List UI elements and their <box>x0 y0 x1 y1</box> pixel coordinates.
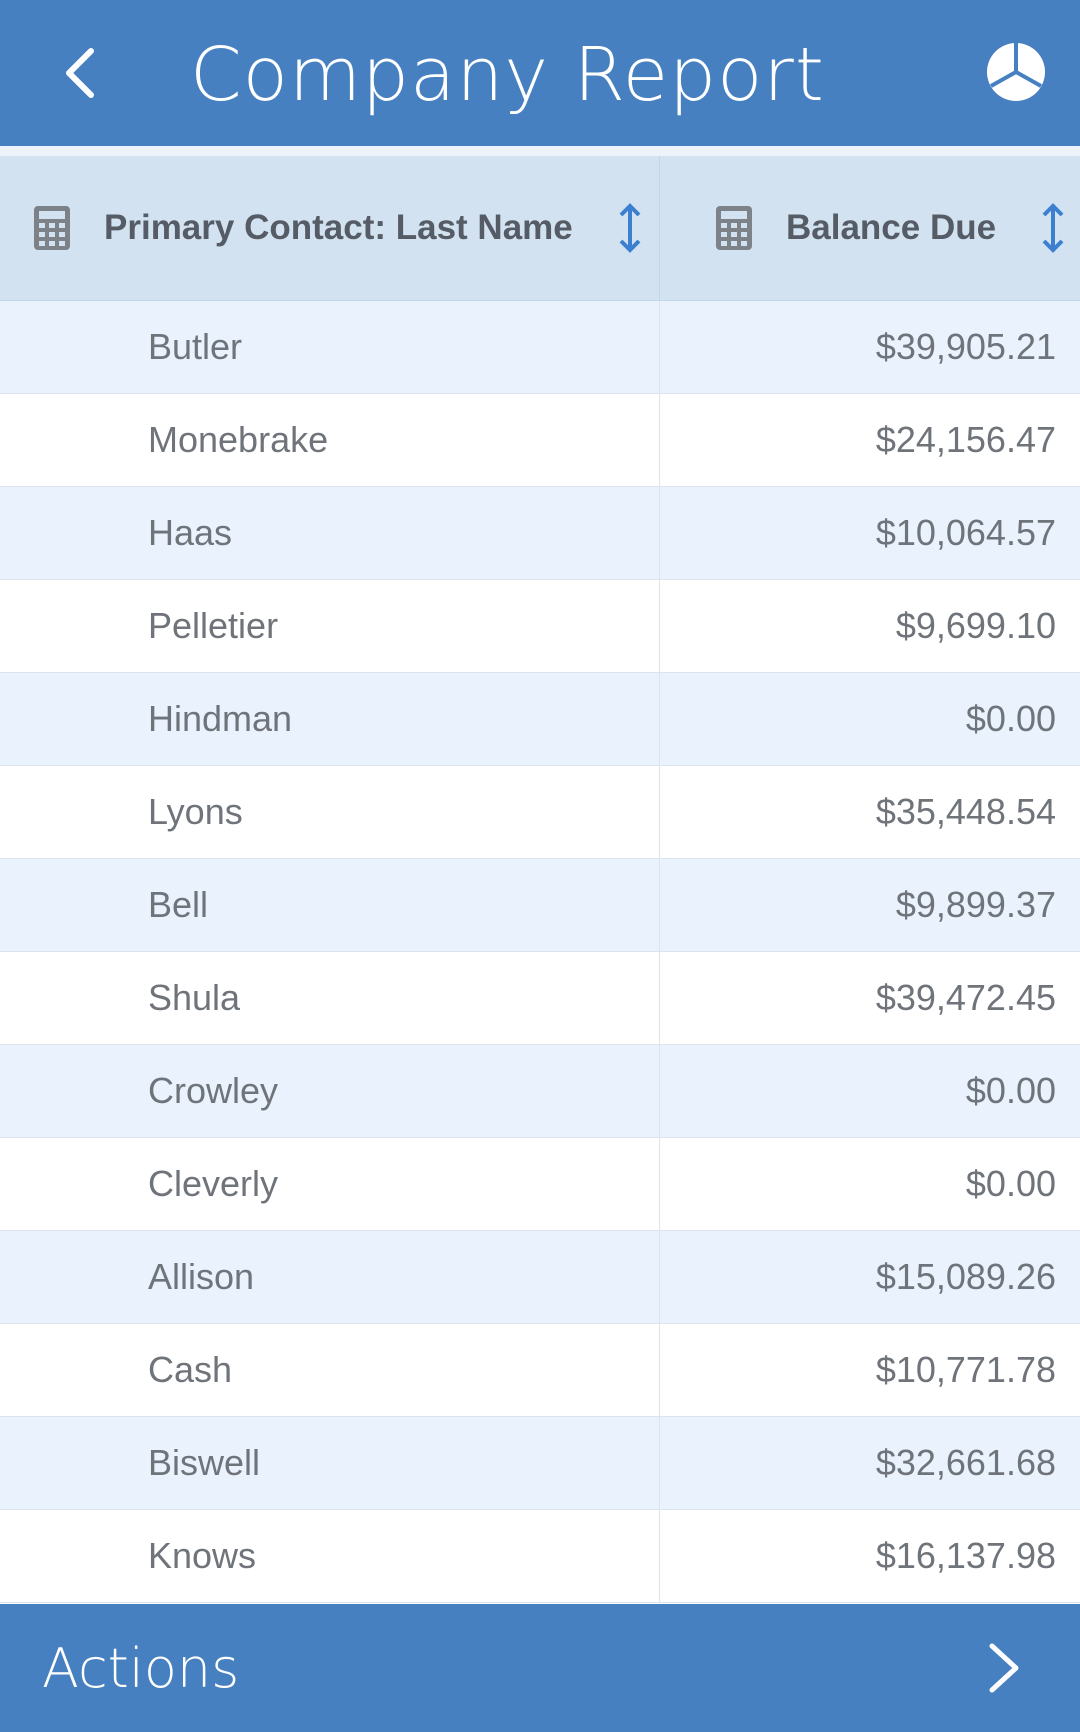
last-name-cell: Hindman <box>0 673 660 765</box>
last-name-cell: Bell <box>0 859 660 951</box>
last-name-cell: Butler <box>0 301 660 393</box>
table-row[interactable]: Haas $10,064.57 <box>0 487 1080 580</box>
column-label: Primary Contact: Last Name <box>104 208 573 247</box>
chevron-left-icon <box>66 48 94 98</box>
table-row[interactable]: Bell $9,899.37 <box>0 859 1080 952</box>
table-row[interactable]: Cleverly $0.00 <box>0 1138 1080 1231</box>
table-row[interactable]: Cash $10,771.78 <box>0 1324 1080 1417</box>
table-header: Primary Contact: Last Name Balance Due <box>0 156 1080 301</box>
header-divider <box>0 146 1080 156</box>
calculator-icon <box>716 206 752 250</box>
sort-vertical-arrows-icon[interactable] <box>1040 202 1066 254</box>
chevron-right-icon <box>989 1643 1019 1693</box>
last-name-cell: Biswell <box>0 1417 660 1509</box>
balance-due-cell: $9,699.10 <box>895 605 1056 646</box>
balance-due-cell: $35,448.54 <box>875 791 1056 832</box>
chart-button[interactable] <box>980 36 1052 108</box>
actions-bar[interactable]: Actions <box>0 1604 1080 1732</box>
balance-due-cell: $10,064.57 <box>875 512 1056 553</box>
last-name-cell: Shula <box>0 952 660 1044</box>
last-name-cell: Monebrake <box>0 394 660 486</box>
column-header-last-name[interactable]: Primary Contact: Last Name <box>0 156 660 300</box>
balance-due-cell: $0.00 <box>965 698 1056 739</box>
balance-due-cell: $32,661.68 <box>875 1442 1056 1483</box>
back-button[interactable] <box>44 30 114 116</box>
balance-due-cell: $9,899.37 <box>895 884 1056 925</box>
table-row[interactable]: Monebrake $24,156.47 <box>0 394 1080 487</box>
column-header-balance-due[interactable]: Balance Due <box>660 156 1080 300</box>
app-bar: Company Report <box>0 0 1080 146</box>
table-row[interactable]: Pelletier $9,699.10 <box>0 580 1080 673</box>
pie-chart-icon <box>987 43 1045 101</box>
balance-due-cell: $39,905.21 <box>875 326 1056 367</box>
balance-due-cell: $16,137.98 <box>875 1535 1056 1576</box>
table-row[interactable]: Hindman $0.00 <box>0 673 1080 766</box>
table-row[interactable]: Butler $39,905.21 <box>0 301 1080 394</box>
balance-due-cell: $0.00 <box>965 1163 1056 1204</box>
table-row[interactable]: Biswell $32,661.68 <box>0 1417 1080 1510</box>
sort-vertical-arrows-icon[interactable] <box>617 202 643 254</box>
balance-due-cell: $15,089.26 <box>875 1256 1056 1297</box>
last-name-cell: Haas <box>0 487 660 579</box>
last-name-cell: Pelletier <box>0 580 660 672</box>
last-name-cell: Lyons <box>0 766 660 858</box>
table-row[interactable]: Allison $15,089.26 <box>0 1231 1080 1324</box>
report-table: Primary Contact: Last Name Balance Due B… <box>0 156 1080 1603</box>
last-name-cell: Crowley <box>0 1045 660 1137</box>
table-row[interactable]: Knows $16,137.98 <box>0 1510 1080 1603</box>
table-row[interactable]: Crowley $0.00 <box>0 1045 1080 1138</box>
balance-due-cell: $10,771.78 <box>875 1349 1056 1390</box>
balance-due-cell: $0.00 <box>965 1070 1056 1111</box>
last-name-cell: Cash <box>0 1324 660 1416</box>
table-row[interactable]: Shula $39,472.45 <box>0 952 1080 1045</box>
actions-label: Actions <box>42 1636 240 1700</box>
column-label: Balance Due <box>786 208 997 247</box>
last-name-cell: Allison <box>0 1231 660 1323</box>
balance-due-cell: $39,472.45 <box>875 977 1056 1018</box>
table-row[interactable]: Lyons $35,448.54 <box>0 766 1080 859</box>
last-name-cell: Knows <box>0 1510 660 1602</box>
balance-due-cell: $24,156.47 <box>875 419 1056 460</box>
page-title: Company Report <box>190 32 825 118</box>
calculator-icon <box>34 206 70 250</box>
last-name-cell: Cleverly <box>0 1138 660 1230</box>
